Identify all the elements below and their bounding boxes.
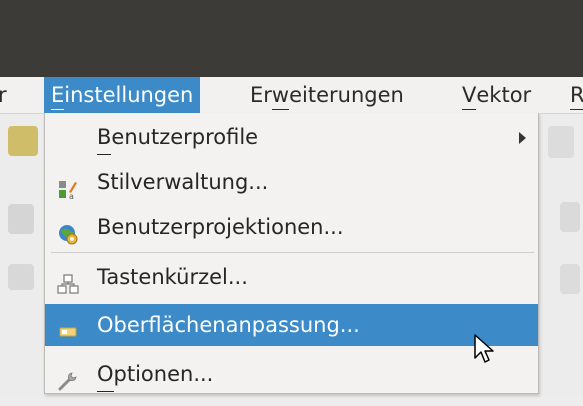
toolbar-icon-ghost[interactable] bbox=[548, 126, 574, 158]
menu-item-benutzerprojektionen[interactable]: Benutzerprojektionen... bbox=[45, 206, 538, 248]
menu-vektor[interactable]: Vektor bbox=[462, 77, 531, 113]
menu-item-tastenkuerzel[interactable]: Tastenkürzel... bbox=[45, 256, 538, 298]
menu-einstellungen-label: instellungen bbox=[64, 83, 194, 107]
submenu-arrow-icon bbox=[519, 132, 526, 144]
window-titlebar bbox=[0, 0, 583, 77]
style-manager-icon: a bbox=[57, 172, 79, 201]
mouse-cursor-icon bbox=[474, 334, 494, 366]
menu-einstellungen[interactable]: Einstellungen bbox=[44, 77, 201, 113]
menu-erweiterungen[interactable]: Erweiterungen bbox=[250, 77, 404, 113]
menu-erweiterungen-label-pre: Er bbox=[250, 83, 272, 107]
wrench-icon bbox=[57, 364, 79, 391]
interface-customization-icon bbox=[57, 315, 79, 337]
menu-item-label: Benutzerprofile bbox=[97, 116, 258, 158]
toolbar-icon-ghost[interactable] bbox=[8, 264, 34, 290]
toolbar-icon-ghost[interactable] bbox=[8, 126, 38, 156]
menu-bar: r Einstellungen Erweiterungen Vektor R bbox=[0, 77, 583, 114]
menu-item-label-rest: ptionen... bbox=[113, 362, 214, 386]
menu-item-oberflaechenanpassung[interactable]: Oberflächenanpassung... bbox=[45, 304, 538, 346]
menu-vektor-accel: V bbox=[462, 77, 477, 113]
menu-partial-right[interactable]: R bbox=[570, 77, 583, 113]
menu-vektor-label: ektor bbox=[476, 83, 532, 107]
menu-partial-left[interactable]: r bbox=[0, 77, 7, 113]
menu-item-label: Benutzerprojektionen... bbox=[97, 215, 344, 239]
menu-item-label-rest: enutzerprofile bbox=[111, 125, 259, 149]
einstellungen-dropdown: Benutzerprofile a Stilverwaltung... Benu… bbox=[44, 113, 539, 394]
menu-item-label: Stilverwaltung... bbox=[97, 170, 269, 194]
menu-erweiterungen-label: eiterungen bbox=[289, 83, 404, 107]
menu-item-accel: B bbox=[97, 116, 112, 158]
menu-separator bbox=[51, 252, 534, 253]
menu-item-label: Optionen... bbox=[97, 353, 213, 395]
menu-item-benutzerprofile[interactable]: Benutzerprofile bbox=[45, 116, 538, 158]
menu-partial-left-label: r bbox=[0, 83, 7, 107]
menu-item-optionen[interactable]: Optionen... bbox=[45, 353, 538, 395]
globe-gear-icon bbox=[57, 217, 79, 245]
keyboard-shortcuts-icon bbox=[57, 267, 79, 294]
menu-partial-right-accel: R bbox=[570, 77, 583, 113]
toolbar-icon-ghost[interactable] bbox=[560, 202, 580, 232]
svg-text:a: a bbox=[69, 192, 74, 200]
menu-item-stilverwaltung[interactable]: a Stilverwaltung... bbox=[45, 161, 538, 203]
menu-item-label: Oberflächenanpassung... bbox=[97, 313, 360, 337]
toolbar-icon-ghost[interactable] bbox=[560, 264, 580, 294]
menu-einstellungen-accel: E bbox=[51, 77, 65, 113]
toolbar-icon-ghost[interactable] bbox=[8, 204, 34, 234]
menu-item-accel: O bbox=[97, 353, 114, 395]
menu-item-label: Tastenkürzel... bbox=[97, 265, 248, 289]
menu-erweiterungen-accel: w bbox=[271, 77, 290, 113]
